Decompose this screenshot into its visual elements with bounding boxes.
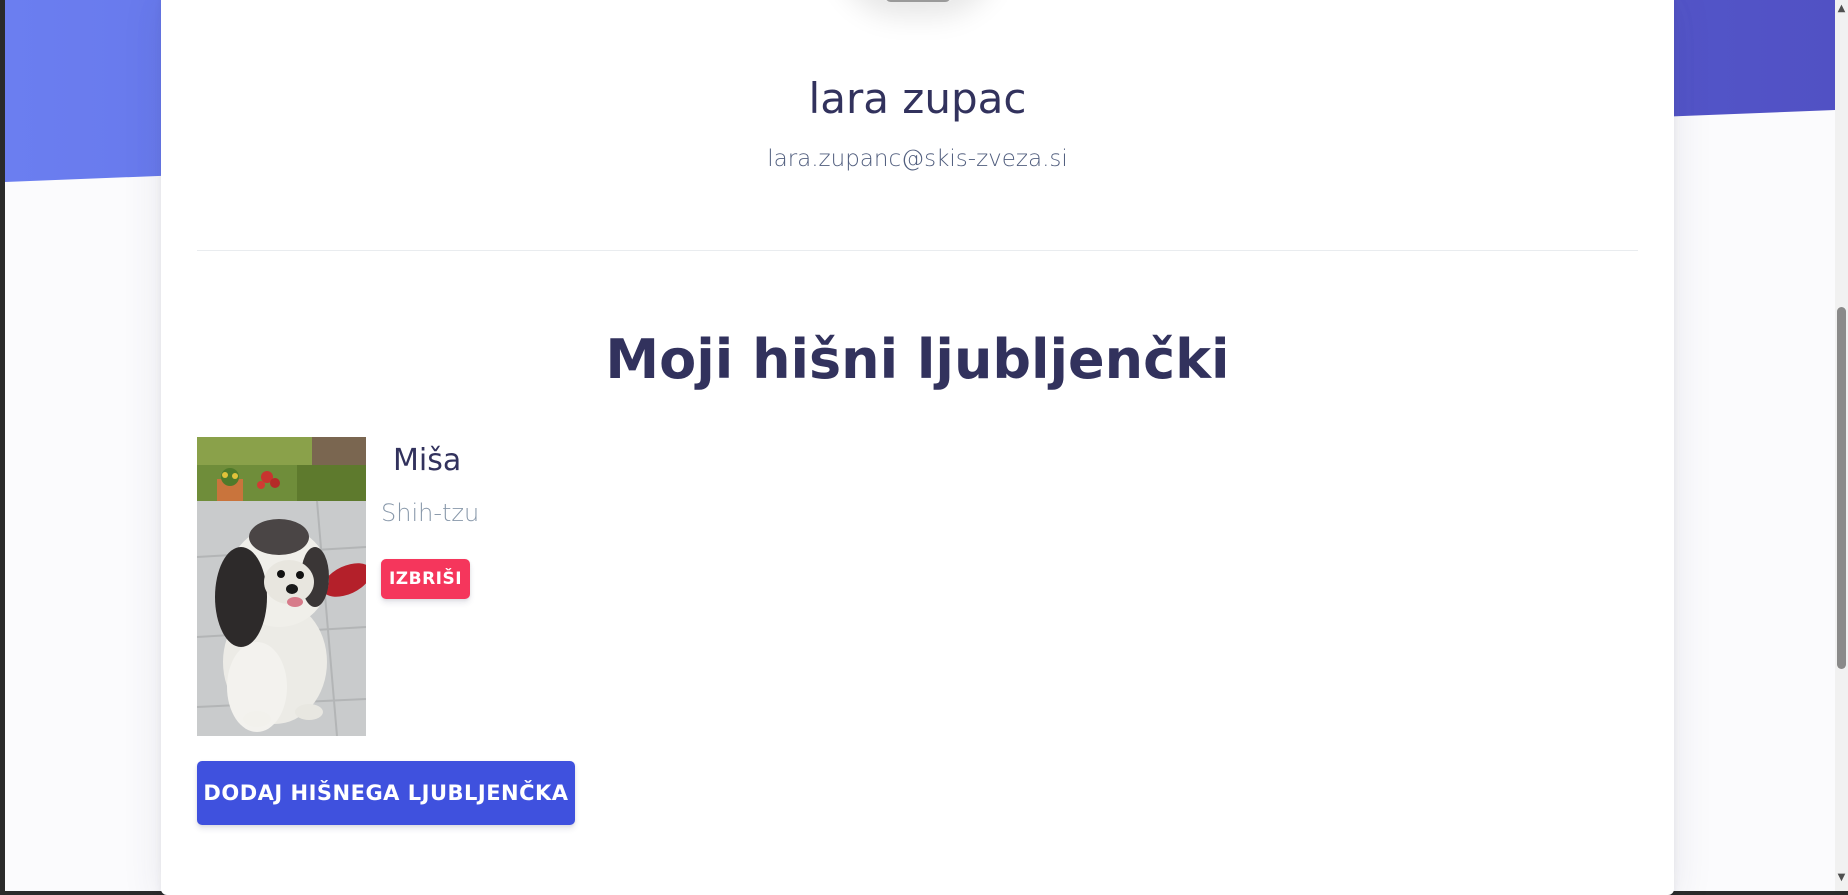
scroll-up-arrow-icon[interactable]: ▲ xyxy=(1835,2,1848,16)
profile-name: lara zupac xyxy=(808,74,1027,123)
delete-pet-button[interactable]: IZBRIŠI xyxy=(381,559,470,599)
divider xyxy=(197,250,1638,251)
pet-name: Miša xyxy=(393,443,462,478)
scroll-down-arrow-icon[interactable]: ▼ xyxy=(1835,871,1848,885)
pet-photo xyxy=(197,437,366,736)
dog-photo-icon xyxy=(197,437,366,736)
scrollbar[interactable]: ▲ ▼ xyxy=(1835,0,1848,891)
pets-section-title: Moji hišni ljubljenčki xyxy=(605,328,1230,391)
window-frame-left xyxy=(0,0,5,895)
pet-breed: Shih-tzu xyxy=(381,499,480,527)
scrollbar-thumb[interactable] xyxy=(1837,307,1846,669)
profile-email: lara.zupanc@skis-zveza.si xyxy=(767,146,1068,172)
add-pet-button[interactable]: DODAJ HIŠNEGA LJUBLJENČKA xyxy=(197,761,575,825)
avatar-edge xyxy=(885,0,951,2)
